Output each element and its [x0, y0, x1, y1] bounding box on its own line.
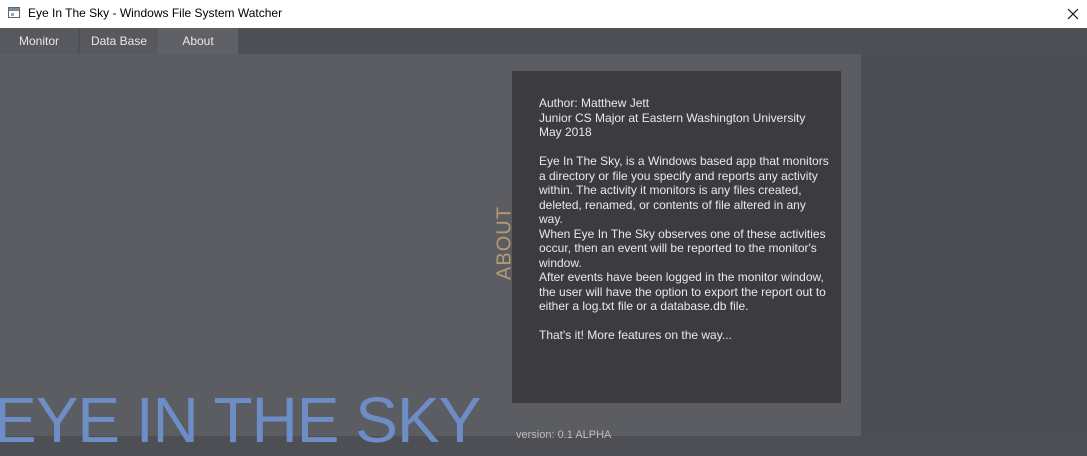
title-bar: Eye In The Sky - Windows File System Wat…	[0, 0, 1087, 28]
about-panel: Author: Matthew Jett Junior CS Major at …	[512, 71, 841, 403]
tab-about[interactable]: About	[158, 28, 238, 54]
description-paragraph: When Eye In The Sky observes one of thes…	[539, 226, 826, 270]
version-label: version: 0.1 ALPHA	[516, 429, 612, 441]
window-title: Eye In The Sky - Windows File System Wat…	[28, 6, 283, 20]
about-text: Author: Matthew Jett Junior CS Major at …	[539, 96, 829, 343]
author-line: Author: Matthew Jett	[539, 96, 650, 110]
description-paragraph: Eye In The Sky, is a Windows based app t…	[539, 154, 829, 226]
tab-monitor[interactable]: Monitor	[0, 28, 78, 54]
major-line: Junior CS Major at Eastern Washington Un…	[539, 110, 806, 125]
right-background	[861, 54, 1087, 436]
close-icon	[1067, 8, 1079, 20]
hero-title: EYE IN THE SKY	[0, 384, 481, 456]
close-button[interactable]	[1059, 0, 1087, 28]
description-paragraph: After events have been logged in the mon…	[539, 270, 826, 313]
app-window-icon	[8, 7, 20, 18]
tab-data-base[interactable]: Data Base	[80, 28, 158, 54]
tab-bar: Monitor Data Base About	[0, 28, 1087, 54]
date-line: May 2018	[539, 125, 592, 139]
closing-line: That's it! More features on the way...	[539, 328, 732, 342]
